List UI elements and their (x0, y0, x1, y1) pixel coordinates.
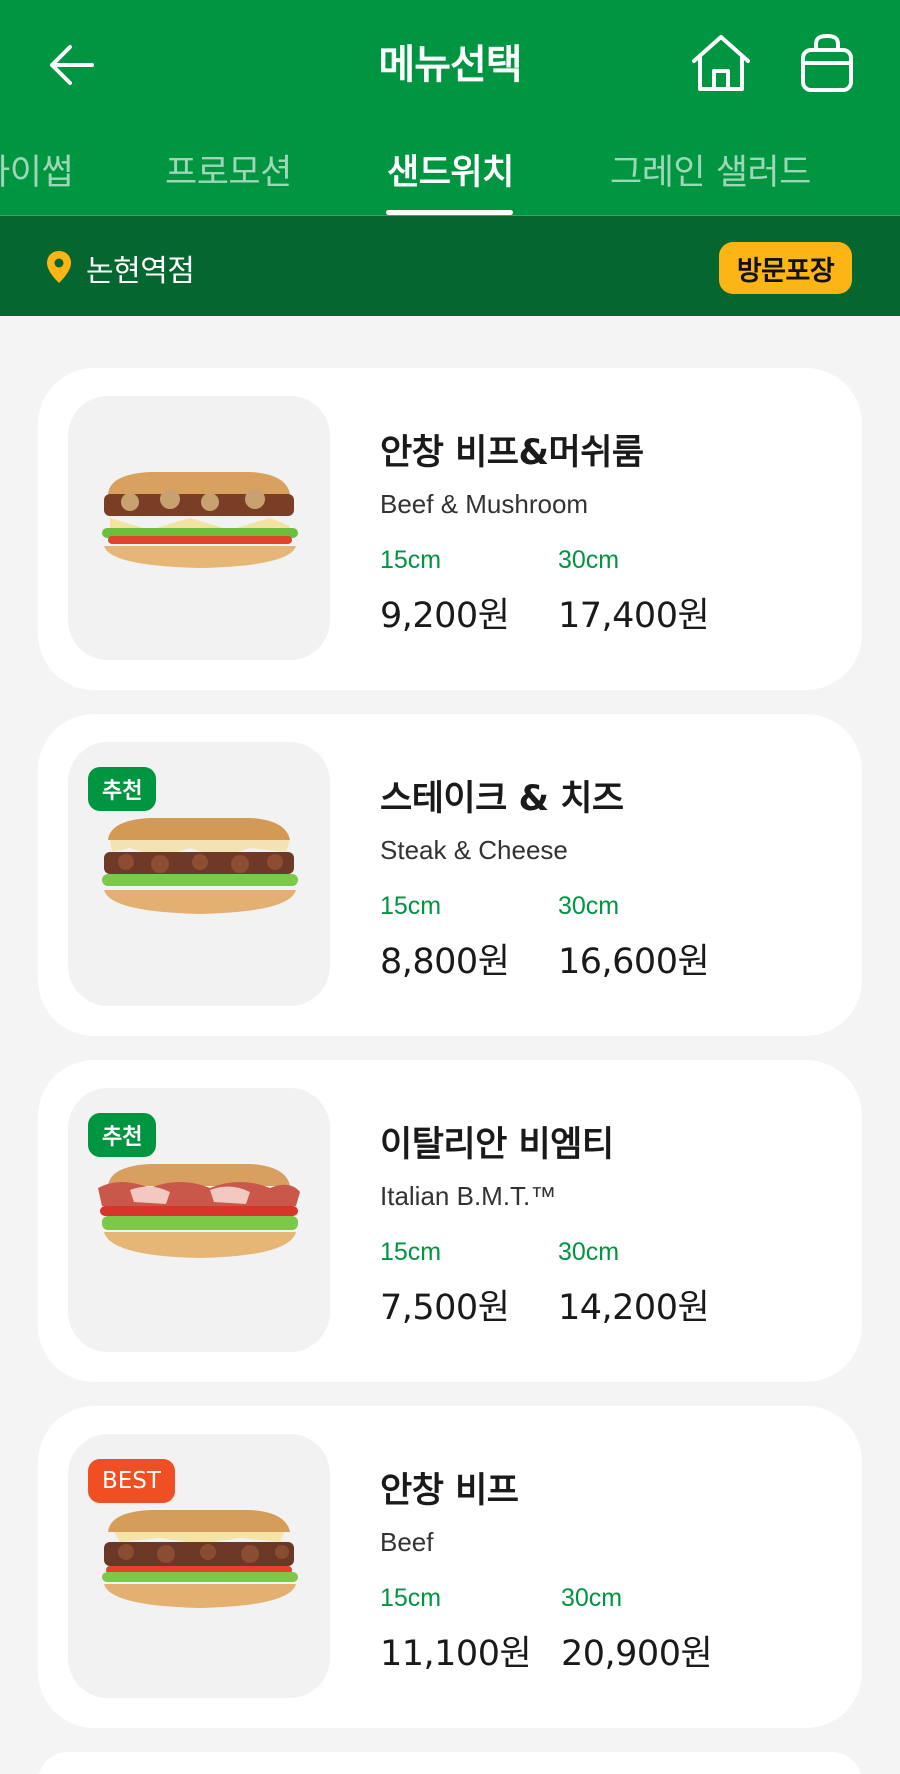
app-header: 메뉴선택 아이썹 프로모션 샌드위치 그레인 샐러드 (0, 0, 900, 216)
menu-name-en: Beef (380, 1527, 434, 1557)
price-15cm: 15cm 11,100원 (380, 1584, 532, 1676)
size-label: 30cm (558, 892, 620, 920)
size-label: 15cm (380, 1584, 442, 1612)
price-15cm: 15cm 8,800원 (380, 892, 510, 984)
price-value: 7,500원 (380, 1288, 510, 1328)
sandwich-image (68, 396, 330, 660)
menu-name-ko: 안창 비프 (380, 1471, 519, 1511)
price-value: 20,900원 (561, 1634, 713, 1674)
size-label: 15cm (380, 892, 442, 920)
price-group: 15cm 7,500원 30cm 14,200원 (380, 1238, 840, 1328)
price-value: 14,200원 (558, 1288, 710, 1328)
menu-name-en: Beef & Mushroom (380, 489, 589, 519)
sandwich-image: 추천 (68, 742, 330, 1006)
shopping-bag-icon (801, 33, 853, 92)
menu-card[interactable] (38, 1752, 862, 1774)
top-bar: 메뉴선택 (0, 0, 900, 130)
menu-name-en: Steak & Cheese (380, 835, 568, 865)
menu-name-ko: 이탈리안 비엠티 (380, 1125, 614, 1165)
menu-info: 안창 비프 Beef 15cm 11,100원 30cm 20,900원 (380, 1462, 840, 1674)
menu-info: 스테이크 & 치즈 Steak & Cheese 15cm 8,800원 30c… (380, 770, 840, 982)
menu-name-ko: 스테이크 & 치즈 (380, 779, 624, 819)
recommend-badge: 추천 (88, 1113, 157, 1157)
price-30cm: 30cm 16,600원 (558, 892, 710, 984)
price-value: 16,600원 (558, 942, 710, 982)
price-group: 15cm 8,800원 30cm 16,600원 (380, 892, 840, 982)
order-type-badge[interactable]: 방문포장 (719, 242, 852, 294)
price-30cm: 30cm 17,400원 (558, 546, 710, 638)
price-30cm: 30cm 14,200원 (558, 1238, 710, 1330)
recommend-badge: 추천 (88, 767, 157, 811)
tab-sandwich[interactable]: 샌드위치 (387, 144, 514, 195)
category-tabs: 아이썹 프로모션 샌드위치 그레인 샐러드 (0, 130, 900, 216)
page-title: 메뉴선택 (378, 42, 522, 88)
location-pin-icon (47, 251, 71, 283)
price-group: 15cm 9,200원 30cm 17,400원 (380, 546, 840, 636)
tab-grain-salad[interactable]: 그레인 샐러드 (610, 144, 811, 195)
price-value: 8,800원 (380, 942, 510, 982)
menu-name-en: Italian B.M.T.™ (380, 1181, 557, 1211)
menu-list: 안창 비프&머쉬룸 Beef & Mushroom 15cm 9,200원 30… (38, 368, 862, 1774)
active-tab-indicator (386, 210, 513, 215)
home-button[interactable] (688, 30, 754, 96)
price-value: 11,100원 (380, 1634, 532, 1674)
size-label: 15cm (380, 1238, 442, 1266)
tab-promotion[interactable]: 프로모션 (165, 144, 292, 195)
menu-card[interactable]: 추천 스테이크 & 치즈 Steak & Cheese 15cm 8,800원 … (38, 714, 862, 1036)
size-label: 30cm (561, 1584, 623, 1612)
sandwich-image: 추천 (68, 1088, 330, 1352)
tab-0[interactable]: 아이썹 (0, 144, 74, 195)
cart-button[interactable] (796, 30, 858, 96)
home-icon (692, 35, 750, 91)
price-value: 9,200원 (380, 596, 510, 636)
price-30cm: 30cm 20,900원 (561, 1584, 713, 1676)
size-label: 30cm (558, 1238, 620, 1266)
menu-info: 이탈리안 비엠티 Italian B.M.T.™ 15cm 7,500원 30c… (380, 1116, 840, 1328)
store-name[interactable]: 논현역점 (86, 246, 195, 290)
menu-card[interactable]: 안창 비프&머쉬룸 Beef & Mushroom 15cm 9,200원 30… (38, 368, 862, 690)
price-15cm: 15cm 7,500원 (380, 1238, 510, 1330)
price-group: 15cm 11,100원 30cm 20,900원 (380, 1584, 840, 1674)
sandwich-image: BEST (68, 1434, 330, 1698)
best-badge: BEST (88, 1459, 175, 1503)
store-bar: 논현역점 방문포장 (0, 216, 900, 316)
price-15cm: 15cm 9,200원 (380, 546, 510, 638)
menu-card[interactable]: BEST 안창 비프 Beef 15cm 11,100원 30cm 20,900… (38, 1406, 862, 1728)
size-label: 15cm (380, 546, 442, 574)
price-value: 17,400원 (558, 596, 710, 636)
menu-name-ko: 안창 비프&머쉬룸 (380, 433, 644, 473)
size-label: 30cm (558, 546, 620, 574)
menu-card[interactable]: 추천 이탈리안 비엠티 Italian B.M.T.™ 15cm 7,500원 … (38, 1060, 862, 1382)
menu-info: 안창 비프&머쉬룸 Beef & Mushroom 15cm 9,200원 30… (380, 424, 840, 636)
